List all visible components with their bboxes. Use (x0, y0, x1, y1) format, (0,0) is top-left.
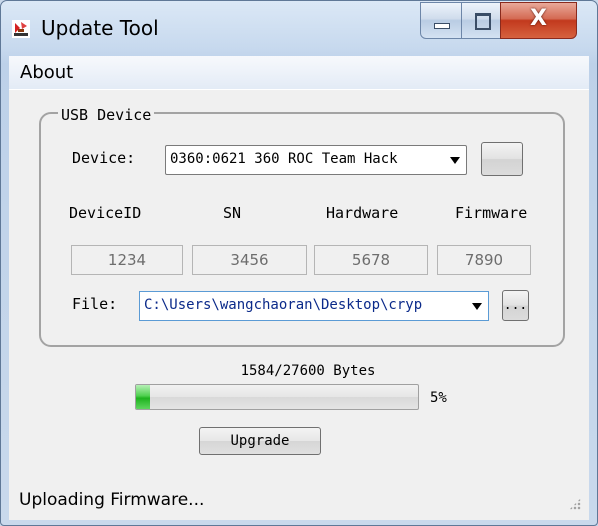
progress-fill (136, 385, 151, 409)
progress-percent: 5% (430, 390, 447, 406)
firmware-header: Firmware (455, 204, 528, 222)
upload-progress-bar (135, 384, 419, 410)
maximize-icon (475, 13, 491, 30)
close-button[interactable]: X (500, 2, 577, 39)
window-title: Update Tool (41, 16, 159, 40)
chevron-down-icon (450, 157, 460, 164)
file-label: File: (72, 295, 118, 313)
upgrade-button[interactable]: Upgrade (199, 427, 321, 455)
hardware-header: Hardware (326, 204, 399, 222)
device-label: Device: (72, 149, 136, 167)
file-select-value: C:\Users\wangchaoran\Desktop\cryp (144, 297, 423, 313)
chevron-down-icon (472, 303, 482, 310)
device-refresh-button[interactable] (481, 142, 523, 176)
maximize-button[interactable] (461, 2, 501, 39)
usb-device-legend: USB Device (58, 106, 155, 124)
device-select[interactable]: 0360:0621 360 ROC Team Hack (165, 145, 467, 175)
menu-bar: About (9, 56, 589, 90)
file-select[interactable]: C:\Users\wangchaoran\Desktop\cryp (139, 291, 489, 321)
deviceid-field: 1234 (71, 245, 183, 275)
sn-field: 3456 (192, 245, 307, 275)
status-text: Uploading Firmware... (19, 490, 205, 510)
resize-grip-icon[interactable] (569, 498, 581, 510)
hardware-field: 5678 (314, 245, 428, 275)
browse-button-label: ... (503, 298, 528, 313)
minimize-icon (434, 23, 450, 29)
browse-file-button[interactable]: ... (502, 290, 529, 321)
device-select-value: 0360:0621 360 ROC Team Hack (170, 151, 398, 167)
update-tool-window: Update Tool X About USB Device Device: 0… (0, 0, 598, 526)
title-bar[interactable]: Update Tool X (1, 1, 597, 56)
close-icon: X (530, 6, 547, 31)
sn-header: SN (223, 204, 242, 222)
menu-item-about[interactable]: About (20, 62, 73, 83)
app-icon (12, 20, 30, 38)
bytes-progress-text: 1584/27600 Bytes (240, 363, 376, 379)
firmware-field: 7890 (437, 245, 531, 275)
deviceid-header: DeviceID (69, 204, 142, 222)
minimize-button[interactable] (420, 2, 462, 39)
client-area: USB Device Device: 0360:0621 360 ROC Tea… (9, 89, 589, 520)
